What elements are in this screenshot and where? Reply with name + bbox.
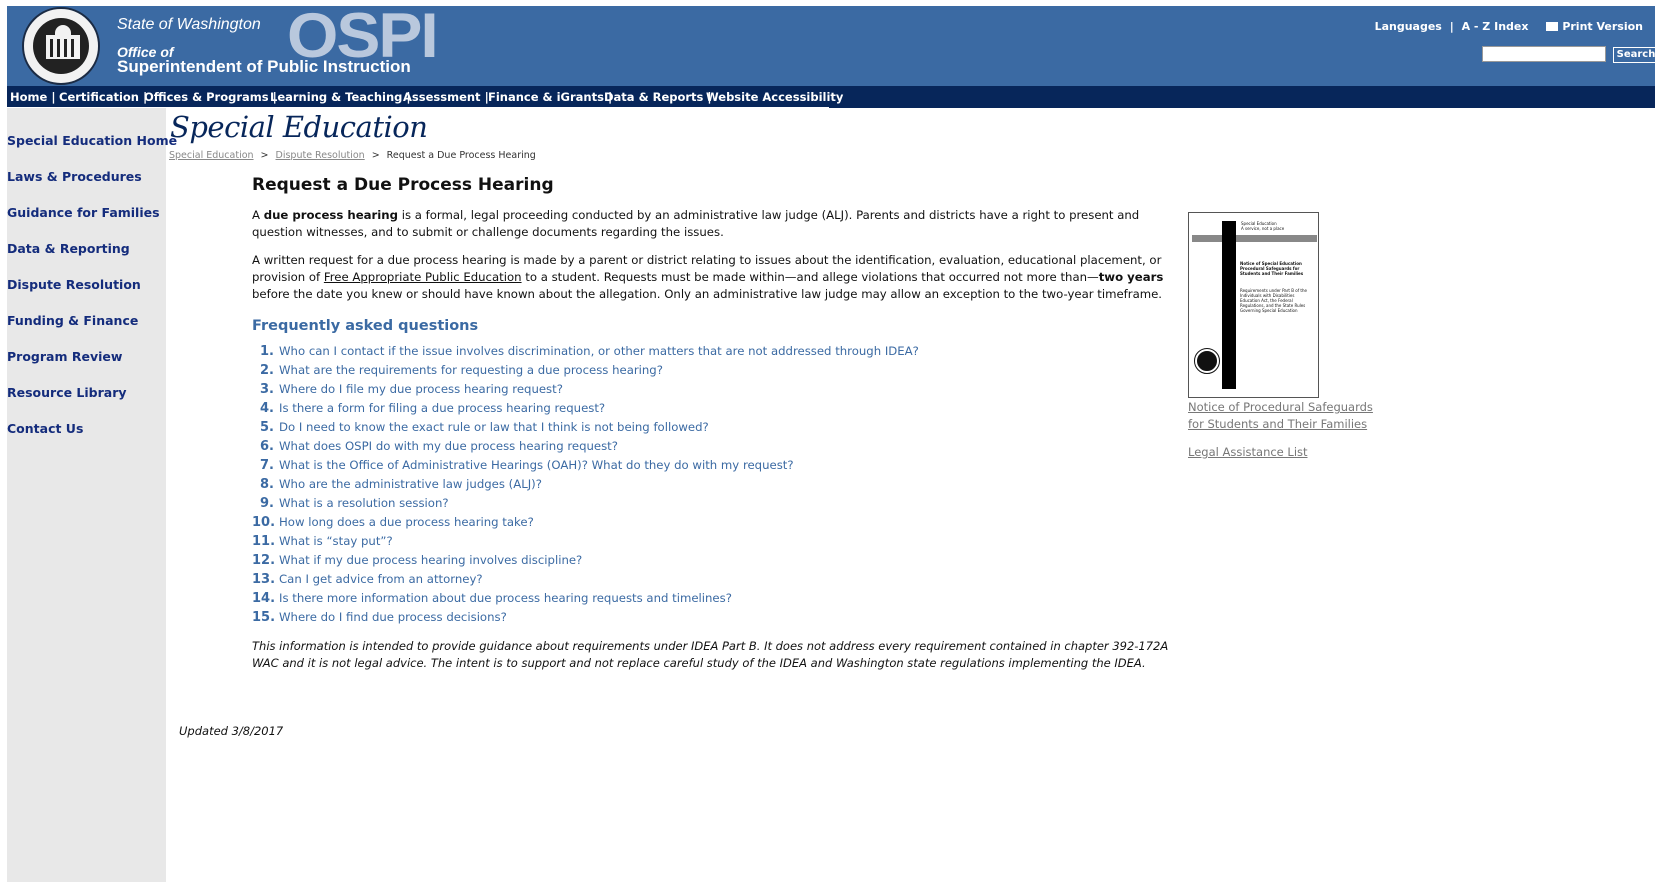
sidebar-item-funding-finance[interactable]: Funding & Finance	[7, 313, 138, 328]
print-version-link[interactable]: Print Version	[1544, 20, 1645, 33]
legal-assistance-link[interactable]: Legal Assistance List	[1188, 444, 1308, 461]
nav-certification[interactable]: Certification |	[59, 86, 147, 108]
faq-item[interactable]: 7. What is the Office of Administrative H…	[252, 456, 919, 475]
faq-question: Can I get advice from an attorney?	[279, 572, 483, 586]
search-button[interactable]: Search	[1613, 47, 1655, 63]
faq-question: What does OSPI do with my due process he…	[279, 439, 618, 453]
faq-item[interactable]: 13. Can I get advice from an attorney?	[252, 570, 919, 589]
two-years-term: two years	[1098, 270, 1164, 284]
faq-question: How long does a due process hearing take…	[279, 515, 534, 529]
seal-column	[71, 39, 74, 57]
state-name: State of Washington	[117, 16, 261, 33]
faq-item[interactable]: 6. What does OSPI do with my due process …	[252, 437, 919, 456]
nav-assessment[interactable]: Assessment |	[403, 86, 489, 108]
seal-column	[64, 39, 67, 57]
faq-item[interactable]: 14. Is there more information about due p…	[252, 589, 919, 608]
superintendent-text: Superintendent of Public Instruction	[117, 57, 411, 76]
procedural-safeguards-thumbnail[interactable]: Special Education A service, not a place …	[1188, 212, 1319, 398]
faq-item[interactable]: 11. What is “stay put”?	[252, 532, 919, 551]
nav-offices-programs[interactable]: Offices & Programs |	[144, 86, 277, 108]
sidebar-item-guidance-families[interactable]: Guidance for Families	[7, 205, 160, 220]
faq-item[interactable]: 5. Do I need to know the exact rule or la…	[252, 418, 919, 437]
thumb-top-text: Special Education A service, not a place	[1241, 221, 1285, 231]
ospi-seal-icon	[1194, 348, 1220, 374]
thumb-header-band	[1192, 235, 1317, 242]
thumb-title: Notice of Special Education Procedural S…	[1240, 261, 1304, 276]
faq-question: What are the requirements for requesting…	[279, 363, 663, 377]
breadcrumb-separator: >	[260, 150, 269, 161]
sidebar-item-data-reporting[interactable]: Data & Reporting	[7, 241, 130, 256]
sidebar-item-dispute-resolution[interactable]: Dispute Resolution	[7, 277, 141, 292]
faq-heading: Frequently asked questions	[252, 318, 479, 334]
sidebar: Special Education Home Laws & Procedures…	[7, 108, 177, 882]
nav-finance-igrants[interactable]: Finance & iGrants |	[488, 86, 612, 108]
faq-item[interactable]: 8. Who are the administrative law judges …	[252, 475, 919, 494]
nav-website-accessibility[interactable]: Website Accessibility	[706, 86, 843, 108]
faq-question: Where do I find due process decisions?	[279, 610, 507, 624]
sidebar-item-special-education-home[interactable]: Special Education Home	[7, 133, 177, 148]
faq-question: Where do I file my due process hearing r…	[279, 382, 563, 396]
due-process-hearing-term: due process hearing	[263, 208, 398, 222]
fape-link[interactable]: Free Appropriate Public Education	[324, 270, 522, 284]
faq-question: Who can I contact if the issue involves …	[279, 344, 919, 358]
faq-item[interactable]: 10. How long does a due process hearing t…	[252, 513, 919, 532]
az-index-link[interactable]: A - Z Index	[1462, 20, 1529, 33]
section-title: Special Education	[170, 110, 428, 144]
thumb-body: Requirements under Part B of the Individ…	[1240, 288, 1307, 313]
intro-paragraph-2: A written request for a due process hear…	[252, 253, 1164, 301]
sidebar-item-contact-us[interactable]: Contact Us	[7, 421, 83, 436]
divider: |	[1449, 20, 1454, 33]
procedural-safeguards-link[interactable]: Notice of Procedural Safeguards for Stude…	[1188, 399, 1373, 433]
faq-item[interactable]: 4. Is there a form for filing a due proce…	[252, 399, 919, 418]
seal-column	[57, 39, 60, 57]
disclaimer: This information is intended to provide …	[252, 639, 1169, 670]
faq-question: Is there a form for filing a due process…	[279, 401, 606, 415]
faq-item[interactable]: 9. What is a resolution session?	[252, 494, 919, 513]
seal-column	[50, 39, 53, 57]
faq-item[interactable]: 15. Where do I find due process decisions…	[252, 608, 919, 627]
nav-home[interactable]: Home |	[10, 86, 56, 108]
sidebar-item-resource-library[interactable]: Resource Library	[7, 385, 127, 400]
faq-question: What if my due process hearing involves …	[279, 553, 583, 567]
breadcrumb-dispute-resolution[interactable]: Dispute Resolution	[276, 150, 365, 161]
ospi-seal-logo[interactable]	[22, 7, 100, 85]
search-input[interactable]	[1482, 46, 1606, 62]
main-nav: Home | Certification | Offices & Program…	[7, 86, 1655, 108]
breadcrumb-separator: >	[371, 150, 380, 161]
sidebar-item-laws-procedures[interactable]: Laws & Procedures	[7, 169, 142, 184]
faq-question: Is there more information about due proc…	[279, 591, 732, 605]
printer-icon	[1546, 22, 1559, 31]
faq-list: 1. Who can I contact if the issue involve…	[252, 342, 919, 627]
site-header: State of Washington OSPI Office of Super…	[7, 4, 1655, 86]
faq-question: What is “stay put”?	[279, 534, 393, 548]
breadcrumb-current: Request a Due Process Hearing	[386, 150, 536, 161]
faq-question: Do I need to know the exact rule or law …	[279, 420, 709, 434]
sidebar-item-program-review[interactable]: Program Review	[7, 349, 122, 364]
nav-data-reports[interactable]: Data & Reports |	[604, 86, 712, 108]
page-title: Request a Due Process Hearing	[252, 175, 554, 195]
print-version-label: Print Version	[1562, 20, 1643, 33]
faq-item[interactable]: 1. Who can I contact if the issue involve…	[252, 342, 919, 361]
faq-item[interactable]: 3. Where do I file my due process hearing…	[252, 380, 919, 399]
breadcrumb-special-education[interactable]: Special Education	[169, 150, 254, 161]
breadcrumb: Special Education > Dispute Resolution > Req…	[169, 150, 536, 161]
updated-date: Updated 3/8/2017	[179, 724, 284, 738]
faq-question: What is a resolution session?	[279, 496, 449, 510]
utility-links: Languages | A - Z Index Print Version	[1373, 20, 1647, 33]
languages-link[interactable]: Languages	[1375, 20, 1442, 33]
faq-item[interactable]: 2. What are the requirements for requesti…	[252, 361, 919, 380]
faq-question: What is the Office of Administrative Hea…	[279, 458, 794, 472]
intro-paragraph-1: A due process hearing is a formal, legal…	[252, 208, 1140, 239]
nav-learning-teaching[interactable]: Learning & Teaching |	[270, 86, 411, 108]
faq-question: Who are the administrative law judges (A…	[279, 477, 542, 491]
faq-item[interactable]: 12. What if my due process hearing involv…	[252, 551, 919, 570]
thumb-spine-band	[1222, 221, 1236, 389]
